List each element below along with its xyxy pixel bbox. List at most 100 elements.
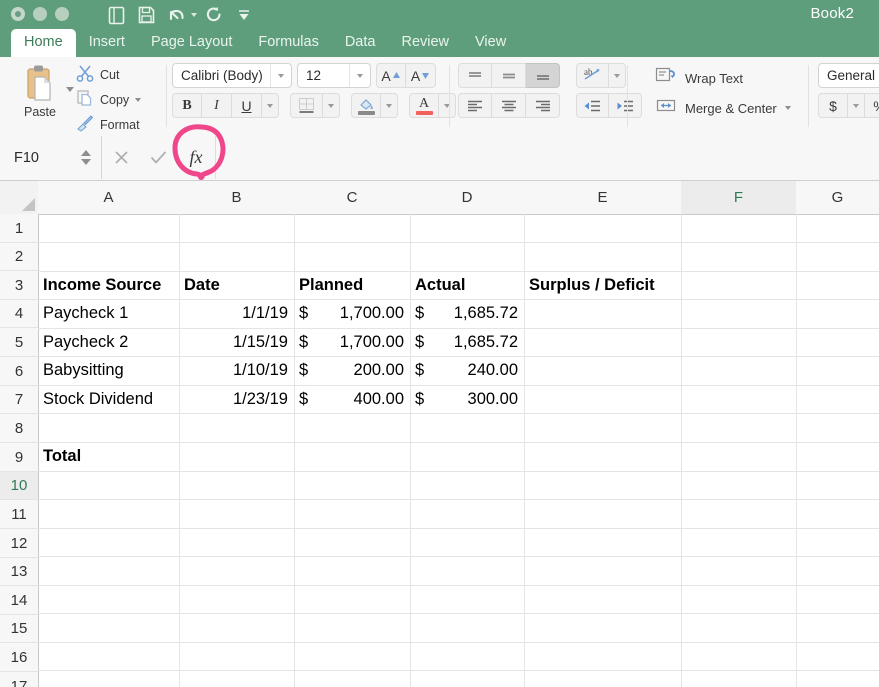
cell-c6[interactable]: $ 200.00 xyxy=(294,356,410,385)
cell-area[interactable]: Income Source Date Planned Actual Surplu… xyxy=(38,214,879,687)
wrap-text-button[interactable]: Wrap Text xyxy=(655,65,791,91)
align-top-button[interactable] xyxy=(458,63,492,88)
column-header-g[interactable]: G xyxy=(796,181,879,214)
borders-dropdown-caret[interactable] xyxy=(323,93,340,118)
merge-center-dropdown-caret[interactable] xyxy=(785,106,791,110)
cell-a5[interactable]: Paycheck 2 xyxy=(38,328,179,356)
cell-d4[interactable]: $ 1,685.72 xyxy=(410,299,524,328)
tab-formulas[interactable]: Formulas xyxy=(245,29,331,57)
redo-icon[interactable] xyxy=(201,4,227,26)
customize-toolbar-icon[interactable] xyxy=(231,4,257,26)
merge-center-button[interactable]: Merge & Center xyxy=(655,95,791,121)
tab-insert[interactable]: Insert xyxy=(76,29,138,57)
copy-dropdown-caret[interactable] xyxy=(135,98,141,102)
cell-d7[interactable]: $ 300.00 xyxy=(410,385,524,413)
cell-d3[interactable]: Actual xyxy=(410,271,524,299)
name-box[interactable]: F10 xyxy=(0,136,102,179)
align-center-button[interactable] xyxy=(492,93,526,118)
cell-b7[interactable]: 1/23/19 xyxy=(179,385,294,413)
select-all-corner[interactable] xyxy=(0,181,39,214)
cell-a4[interactable]: Paycheck 1 xyxy=(38,299,179,328)
cell-e3[interactable]: Surplus / Deficit xyxy=(524,271,681,299)
cell-a9[interactable]: Total xyxy=(38,442,179,471)
tab-home[interactable]: Home xyxy=(11,29,76,57)
format-painter-button[interactable]: Format xyxy=(76,114,161,136)
fill-color-button[interactable] xyxy=(351,93,381,118)
text-orientation-button[interactable]: ab xyxy=(576,63,609,88)
copy-button[interactable]: Copy xyxy=(76,89,161,111)
new-document-icon[interactable] xyxy=(103,4,129,26)
tab-view[interactable]: View xyxy=(462,29,519,57)
cut-button[interactable]: Cut xyxy=(76,64,161,86)
cell-a6[interactable]: Babysitting xyxy=(38,356,179,385)
cell-b3[interactable]: Date xyxy=(179,271,294,299)
tab-page-layout[interactable]: Page Layout xyxy=(138,29,245,57)
cancel-formula-button[interactable] xyxy=(103,136,140,179)
align-bottom-button[interactable] xyxy=(526,63,560,88)
row-header-16[interactable]: 16 xyxy=(0,643,38,672)
name-box-spinner[interactable] xyxy=(81,150,91,165)
cell-b5[interactable]: 1/15/19 xyxy=(179,328,294,356)
tab-data[interactable]: Data xyxy=(332,29,389,57)
cell-c5[interactable]: $ 1,700.00 xyxy=(294,328,410,356)
row-header-2[interactable]: 2 xyxy=(0,243,38,271)
save-icon[interactable] xyxy=(133,4,159,26)
font-family-caret[interactable] xyxy=(270,64,291,87)
undo-icon[interactable] xyxy=(163,4,189,26)
cell-b6[interactable]: 1/10/19 xyxy=(179,356,294,385)
formula-input[interactable] xyxy=(216,136,879,179)
row-header-6[interactable]: 6 xyxy=(0,357,38,386)
row-header-14[interactable]: 14 xyxy=(0,586,38,615)
column-header-a[interactable]: A xyxy=(38,181,180,214)
align-right-button[interactable] xyxy=(526,93,560,118)
cell-c4[interactable]: $ 1,700.00 xyxy=(294,299,410,328)
paste-button[interactable]: Paste xyxy=(8,61,72,119)
row-header-13[interactable]: 13 xyxy=(0,558,38,586)
underline-button[interactable]: U xyxy=(232,93,262,118)
number-format-combo[interactable]: General xyxy=(818,63,879,88)
row-header-8[interactable]: 8 xyxy=(0,414,38,443)
row-header-5[interactable]: 5 xyxy=(0,328,38,357)
cell-c3[interactable]: Planned xyxy=(294,271,410,299)
font-size-caret[interactable] xyxy=(349,64,370,87)
row-header-12[interactable]: 12 xyxy=(0,529,38,558)
cell-a3[interactable]: Income Source xyxy=(38,271,179,299)
cell-d6[interactable]: $ 240.00 xyxy=(410,356,524,385)
text-orientation-dropdown-caret[interactable] xyxy=(609,63,626,88)
cell-c7[interactable]: $ 400.00 xyxy=(294,385,410,413)
align-middle-button[interactable] xyxy=(492,63,526,88)
row-header-1[interactable]: 1 xyxy=(0,214,38,243)
align-left-button[interactable] xyxy=(458,93,492,118)
font-color-button[interactable]: A xyxy=(409,93,439,118)
row-header-4[interactable]: 4 xyxy=(0,300,38,328)
enter-formula-button[interactable] xyxy=(140,136,177,179)
borders-button[interactable] xyxy=(290,93,323,118)
column-header-b[interactable]: B xyxy=(179,181,295,214)
zoom-button[interactable] xyxy=(55,7,69,21)
minimize-button[interactable] xyxy=(33,7,47,21)
column-header-c[interactable]: C xyxy=(294,181,411,214)
italic-button[interactable]: I xyxy=(202,93,232,118)
column-header-f[interactable]: F xyxy=(681,181,797,214)
increase-font-size-button[interactable]: A xyxy=(376,63,406,88)
cell-d5[interactable]: $ 1,685.72 xyxy=(410,328,524,356)
cell-b4[interactable]: 1/1/19 xyxy=(179,299,294,328)
column-header-d[interactable]: D xyxy=(410,181,525,214)
insert-function-button[interactable]: fx xyxy=(177,136,216,179)
row-header-3[interactable]: 3 xyxy=(0,271,38,300)
font-color-dropdown-caret[interactable] xyxy=(439,93,456,118)
currency-dropdown-caret[interactable] xyxy=(848,93,865,118)
paste-dropdown-caret[interactable] xyxy=(66,87,74,92)
close-button[interactable] xyxy=(11,7,25,21)
fill-color-dropdown-caret[interactable] xyxy=(381,93,398,118)
row-header-11[interactable]: 11 xyxy=(0,500,38,529)
row-header-9[interactable]: 9 xyxy=(0,443,38,472)
decrease-indent-button[interactable] xyxy=(576,93,609,118)
row-header-15[interactable]: 15 xyxy=(0,615,38,643)
underline-dropdown-caret[interactable] xyxy=(262,93,279,118)
row-header-10[interactable]: 10 xyxy=(0,472,38,500)
column-header-e[interactable]: E xyxy=(524,181,682,214)
tab-review[interactable]: Review xyxy=(388,29,462,57)
cell-a7[interactable]: Stock Dividend xyxy=(38,385,179,413)
font-family-combo[interactable]: Calibri (Body) xyxy=(172,63,292,88)
